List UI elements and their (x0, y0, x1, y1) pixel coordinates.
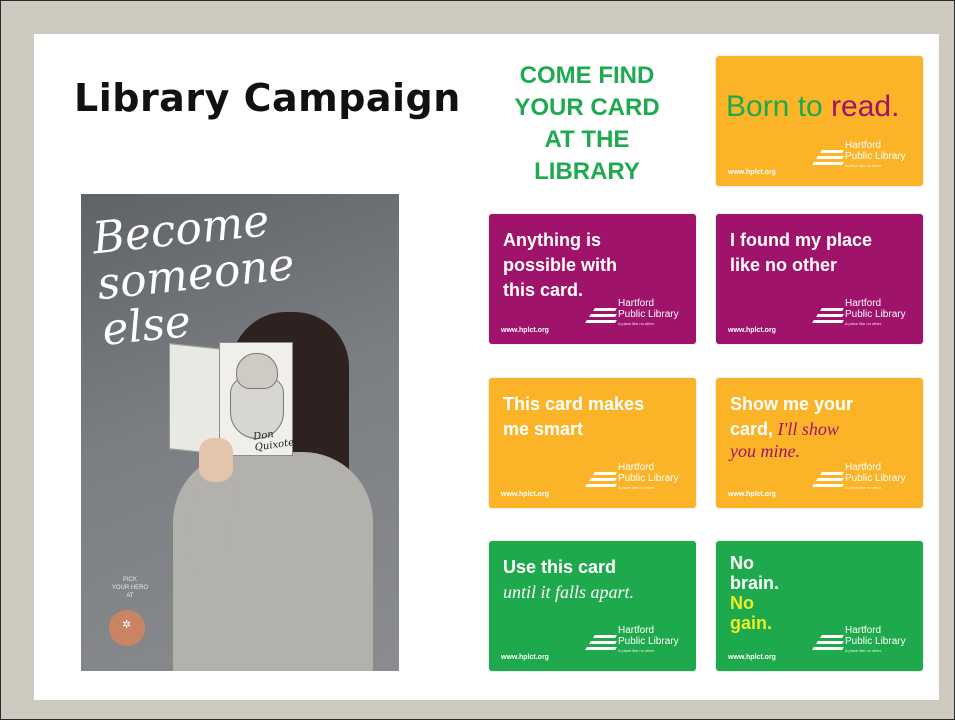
card-text-line: me smart (503, 419, 584, 439)
card-text: Show me your card, I'll show you mine. (730, 392, 913, 460)
card-text-line: brain. (730, 573, 780, 593)
headline-line: YOUR CARD (514, 94, 660, 121)
card-text: Anything is possible with this card. (503, 228, 686, 303)
library-arrows-icon (812, 308, 844, 326)
library-name-line: Public Library (618, 309, 679, 320)
card-text-line: Anything is (503, 230, 601, 250)
card-url: www.hplct.org (728, 169, 776, 176)
library-name: Hartford Public Library (845, 298, 906, 320)
slide-title: Library Campaign (74, 76, 461, 120)
tree-icon: ✲ (122, 618, 132, 631)
library-tagline: A place like no other. (845, 485, 882, 490)
card-text-line: This card makes (503, 394, 645, 414)
headline-line: AT THE (544, 126, 630, 153)
card-text-line: like no other (730, 255, 838, 275)
library-name-line: Public Library (618, 636, 679, 647)
poster-small-text: PICK YOUR HERO AT (95, 576, 165, 600)
library-tagline: A place like no other. (845, 163, 882, 168)
library-tagline: A place like no other. (845, 648, 882, 653)
card-url: www.hplct.org (728, 327, 776, 334)
library-name-line: Public Library (845, 473, 906, 484)
card-text: Use this card until it falls apart. (503, 555, 686, 605)
library-tagline: A place like no other. (845, 321, 882, 326)
card-text: I found my place like no other (730, 228, 913, 278)
card-text-part: read. (831, 90, 900, 123)
poster-small-line: AT (126, 593, 134, 599)
card-use-this-card: Use this card until it falls apart. www.… (489, 541, 696, 671)
become-someone-else-poster: Become someone else Don Quixote PICK YOU… (81, 194, 399, 671)
library-arrows-icon (812, 635, 844, 653)
hartford-library-logo: Hartford Public Library A place like no … (585, 298, 686, 332)
library-name: Hartford Public Library (845, 625, 906, 647)
card-text-line: Use this card (503, 557, 617, 577)
card-text-part: Born to (726, 90, 832, 123)
hartford-library-logo: Hartford Public Library A place like no … (812, 140, 913, 174)
library-arrows-icon (812, 472, 844, 490)
library-name-line: Hartford (845, 462, 882, 473)
card-text: This card makes me smart (503, 392, 686, 442)
library-name-line: Hartford (618, 298, 655, 309)
poster-small-line: PICK (122, 577, 137, 583)
library-name-line: Hartford (618, 462, 655, 473)
library-name: Hartford Public Library (618, 462, 679, 484)
card-anything-is-possible: Anything is possible with this card. www… (489, 214, 696, 344)
card-text: No brain. No gain. (730, 553, 913, 633)
library-tagline: A place like no other. (618, 648, 655, 653)
library-name-line: Hartford (845, 140, 882, 151)
library-name-line: Public Library (845, 309, 906, 320)
card-found-my-place: I found my place like no other www.hplct… (716, 214, 923, 344)
campaign-headline: COME FIND YOUR CARD AT THE LIBRARY (502, 60, 672, 188)
woman-hand (199, 438, 233, 482)
hartford-library-logo: Hartford Public Library A place like no … (812, 462, 913, 496)
book-front-cover: Don Quixote (219, 342, 295, 456)
poster-small-line: YOUR HERO (111, 585, 149, 591)
card-text-line: card, I'll show (730, 417, 913, 442)
library-arrows-icon (585, 635, 617, 653)
library-name-line: Public Library (845, 151, 906, 162)
hartford-library-logo: Hartford Public Library A place like no … (812, 625, 913, 659)
headline-line: LIBRARY (534, 158, 640, 185)
library-arrows-icon (585, 472, 617, 490)
card-text-part: I'll show (773, 419, 839, 439)
card-born-to-read: Born to read. www.hplct.org Hartford Pub… (716, 56, 923, 186)
book-title: Don Quixote (252, 428, 295, 454)
library-name-line: Hartford (845, 298, 882, 309)
card-text-line: you mine. (730, 441, 800, 461)
library-name-line: Hartford (845, 625, 882, 636)
card-url: www.hplct.org (501, 654, 549, 661)
poster-library-logo: ✲ (109, 610, 145, 646)
library-name-line: Hartford (618, 625, 655, 636)
card-text: Born to read. (726, 90, 899, 124)
library-arrows-icon (585, 308, 617, 326)
card-url: www.hplct.org (501, 491, 549, 498)
quixote-head-illustration (236, 353, 278, 389)
card-url: www.hplct.org (728, 491, 776, 498)
headline-line: COME FIND (519, 62, 655, 89)
card-text-line: possible with (503, 255, 618, 275)
library-name: Hartford Public Library (618, 298, 679, 320)
library-name-line: Public Library (618, 473, 679, 484)
slide: Library Campaign COME FIND YOUR CARD AT … (34, 34, 939, 700)
card-text-line: No (730, 593, 754, 613)
hartford-library-logo: Hartford Public Library A place like no … (585, 625, 686, 659)
card-text-line: I found my place (730, 230, 873, 250)
card-url: www.hplct.org (501, 327, 549, 334)
library-name: Hartford Public Library (618, 625, 679, 647)
library-name: Hartford Public Library (845, 462, 906, 484)
card-text-part: card, (730, 419, 774, 439)
card-text-line: Show me your (730, 394, 854, 414)
card-text-line: No (730, 553, 754, 573)
card-makes-me-smart: This card makes me smart www.hplct.org H… (489, 378, 696, 508)
library-tagline: A place like no other. (618, 321, 655, 326)
card-text-line: until it falls apart. (503, 582, 635, 602)
hartford-library-logo: Hartford Public Library A place like no … (585, 462, 686, 496)
library-arrows-icon (812, 150, 844, 168)
card-no-brain-no-gain: No brain. No gain. www.hplct.org Hartfor… (716, 541, 923, 671)
card-show-me-your-card: Show me your card, I'll show you mine. w… (716, 378, 923, 508)
hartford-library-logo: Hartford Public Library A place like no … (812, 298, 913, 332)
library-tagline: A place like no other. (618, 485, 655, 490)
library-name-line: Public Library (845, 636, 906, 647)
library-name: Hartford Public Library (845, 140, 906, 162)
card-url: www.hplct.org (728, 654, 776, 661)
